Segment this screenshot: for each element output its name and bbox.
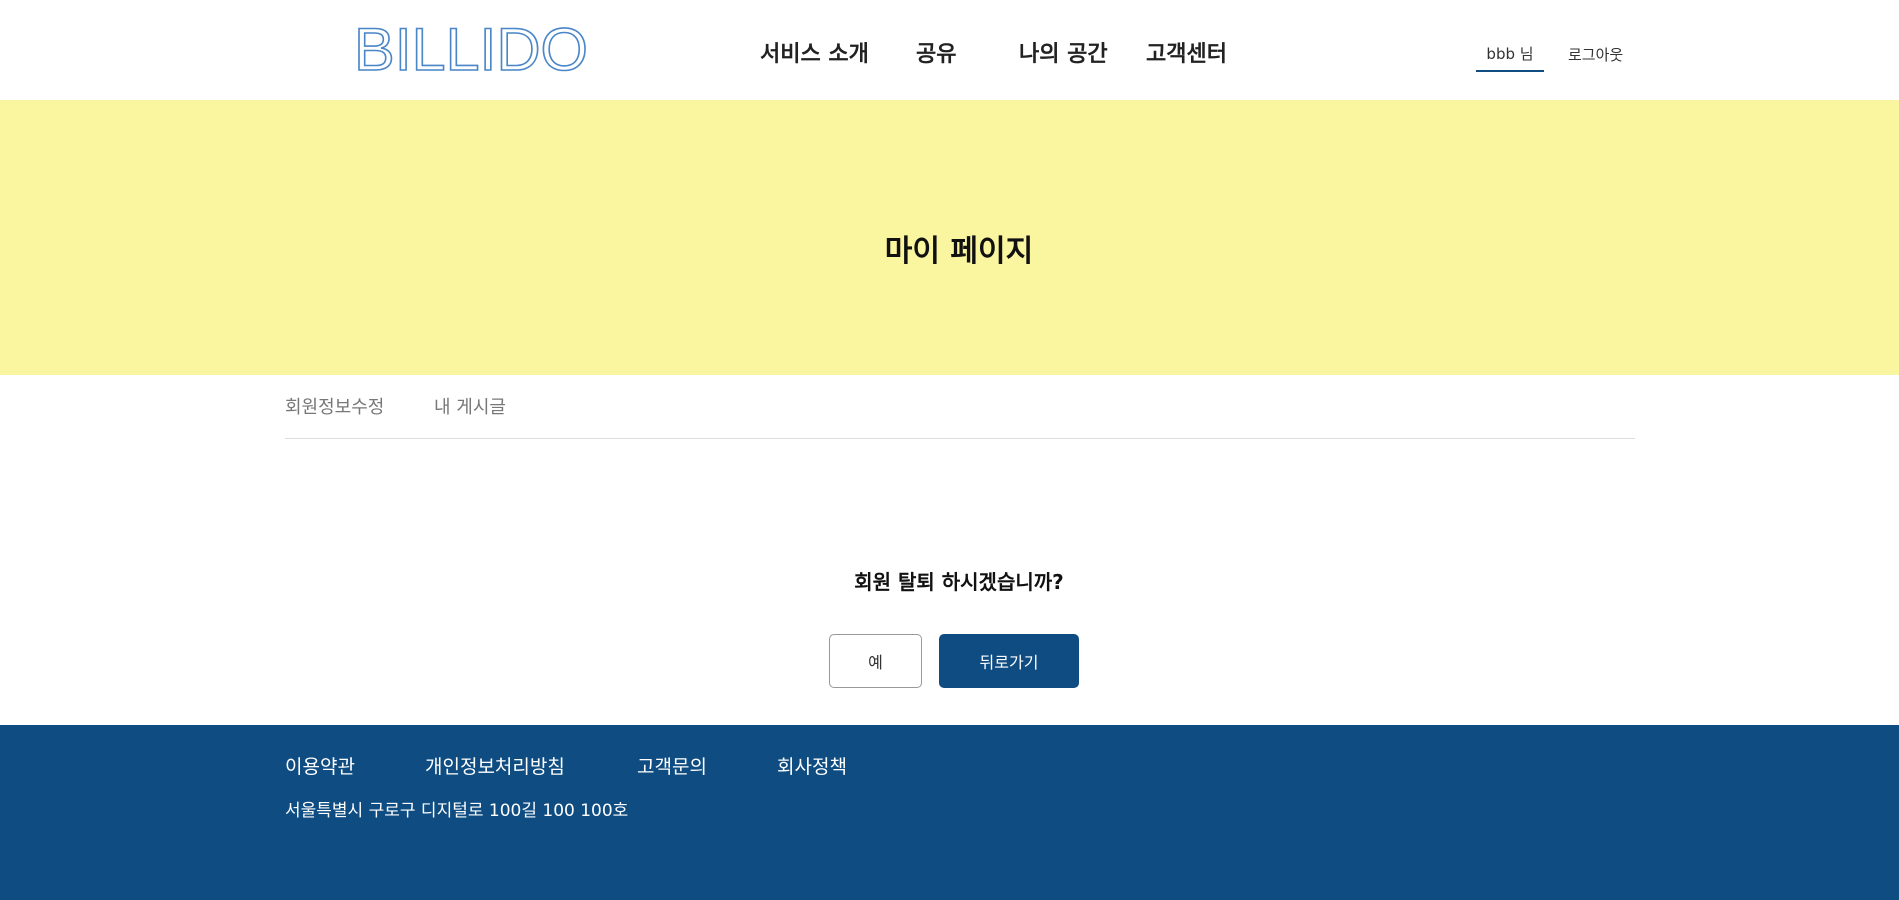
footer-policy-link[interactable]: 회사정책 (777, 752, 847, 779)
site-footer: 이용약관 개인정보처리방침 고객문의 회사정책 서울특별시 구로구 디지털로 1… (0, 725, 1899, 900)
tab-edit-member-info[interactable]: 회원정보수정 (285, 393, 384, 419)
withdraw-question: 회원 탈퇴 하시겠습니까? (854, 570, 1064, 594)
logout-link[interactable]: 로그아웃 (1568, 44, 1623, 66)
go-back-button[interactable]: 뒤로가기 (939, 634, 1079, 688)
page-title: 마이 페이지 (884, 234, 1034, 269)
nav-share[interactable]: 공유 (916, 36, 956, 68)
footer-privacy-link[interactable]: 개인정보처리방침 (425, 752, 565, 779)
confirm-yes-button[interactable]: 예 (829, 634, 922, 688)
tab-my-posts[interactable]: 내 게시글 (434, 393, 506, 419)
footer-terms-link[interactable]: 이용약관 (285, 752, 355, 779)
nav-service-intro[interactable]: 서비스 소개 (760, 36, 869, 68)
nav-my-space[interactable]: 나의 공간 (1019, 36, 1108, 68)
mypage-tabs: 회원정보수정 내 게시글 (285, 375, 1635, 439)
nav-customer-center[interactable]: 고객센터 (1146, 36, 1227, 68)
user-name-link[interactable]: bbb 님 (1476, 42, 1544, 72)
company-address: 서울특별시 구로구 디지털로 100길 100 100호 (285, 801, 629, 821)
footer-inquiry-link[interactable]: 고객문의 (637, 752, 707, 779)
site-header: BILLIDO 서비스 소개 공유 나의 공간 고객센터 bbb 님 로그아웃 (0, 0, 1899, 100)
